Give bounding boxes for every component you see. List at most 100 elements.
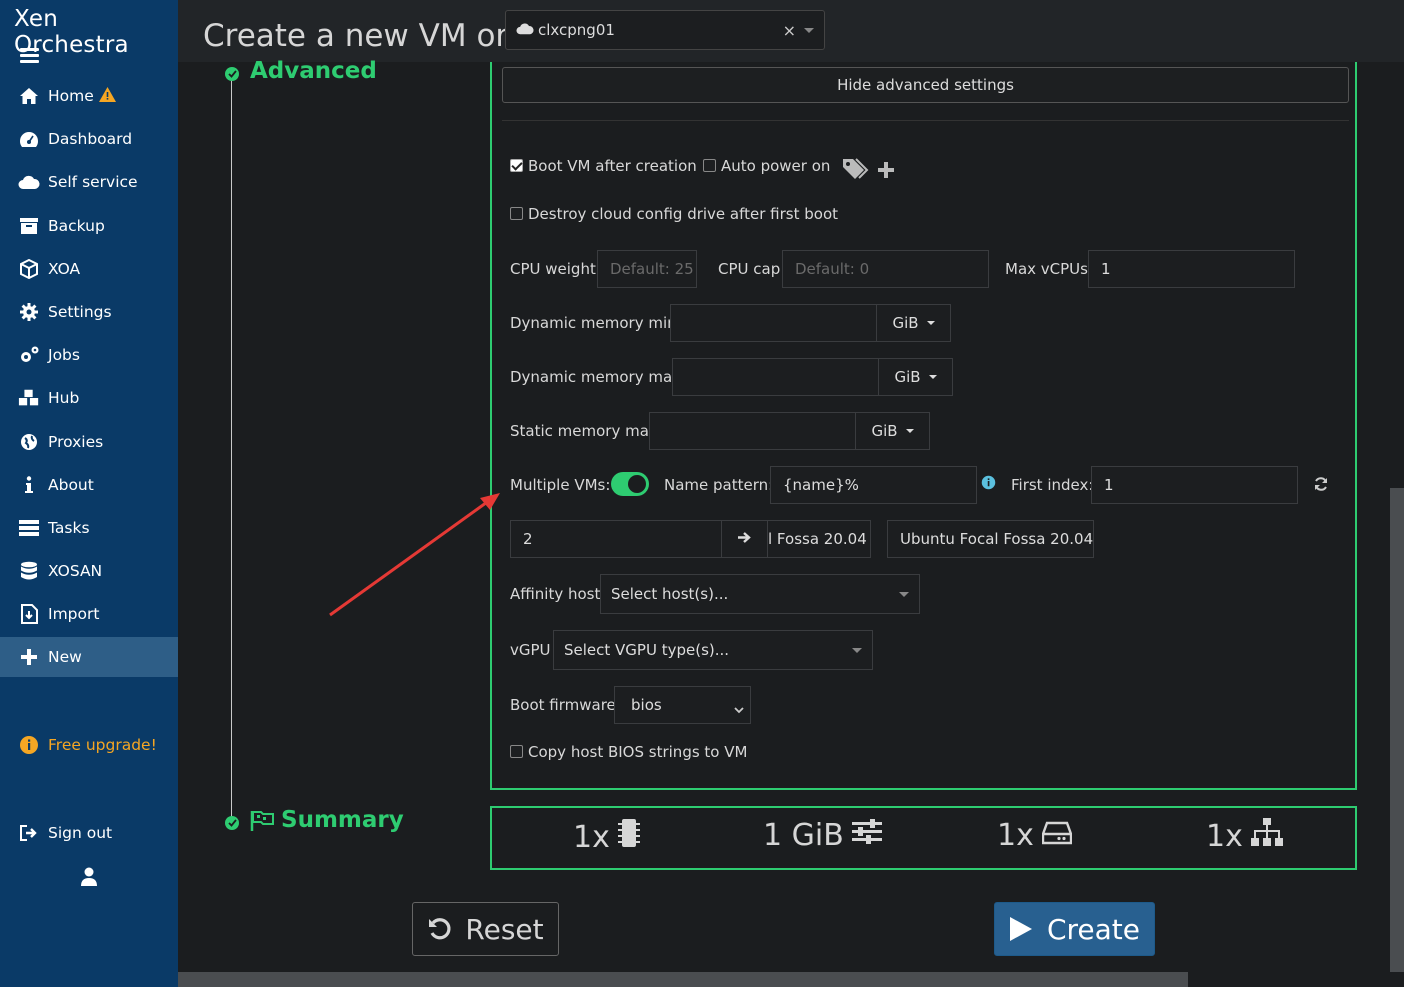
sidebar-item-label: Tasks — [48, 519, 90, 537]
home-icon — [18, 86, 40, 106]
boot-firmware-label: Boot firmware — [510, 696, 616, 714]
pool-select[interactable]: clxcpng01 × — [505, 10, 825, 50]
max-vcpus-input[interactable]: 1 — [1088, 250, 1295, 288]
auto-power-on-checkbox[interactable] — [703, 159, 716, 172]
affinity-host-select[interactable]: Select host(s)... — [600, 574, 920, 614]
sidebar-item-dashboard[interactable]: Dashboard — [0, 119, 178, 159]
summary-disks-value: 1x — [997, 818, 1034, 853]
first-index-input[interactable]: 1 — [1091, 466, 1298, 504]
summary-memory: 1 GiB — [763, 818, 882, 853]
step-advanced-title: Advanced — [250, 58, 377, 84]
destroy-cloud-config-label: Destroy cloud config drive after first b… — [528, 205, 839, 223]
add-tag-icon[interactable] — [878, 162, 894, 182]
sidebar-item-xosan[interactable]: XOSAN — [0, 551, 178, 591]
cube-icon — [18, 259, 40, 279]
destroy-cloud-config-checkbox[interactable] — [510, 207, 523, 220]
apply-count-button[interactable] — [721, 520, 768, 558]
file-import-icon — [18, 604, 40, 624]
name-pattern-label: Name pattern: — [664, 476, 774, 494]
dyn-mem-min-unit-select[interactable]: GiB — [876, 304, 951, 342]
check-circle-icon — [225, 816, 239, 830]
copy-bios-checkbox[interactable] — [510, 745, 523, 758]
boot-after-creation-label: Boot VM after creation — [528, 157, 697, 175]
sidebar-item-new[interactable]: New — [0, 637, 178, 677]
hide-advanced-button[interactable]: Hide advanced settings — [502, 67, 1349, 103]
summary-cpus-value: 1x — [573, 819, 610, 855]
sidebar-item-settings[interactable]: Settings — [0, 292, 178, 332]
info-circle-icon — [18, 735, 40, 755]
sidebar-item-xoa[interactable]: XOA — [0, 249, 178, 289]
user-icon[interactable] — [80, 867, 98, 891]
sidebar-item-proxies[interactable]: Proxies — [0, 422, 178, 462]
sidebar-item-hub[interactable]: Hub — [0, 378, 178, 418]
pool-select-value: clxcpng01 — [538, 21, 615, 39]
annotation-arrow — [329, 493, 500, 617]
static-mem-max-unit-select[interactable]: GiB — [855, 412, 930, 450]
summary-cpus: 1x — [573, 818, 640, 856]
database-icon — [18, 561, 40, 581]
microchip-icon — [610, 818, 640, 856]
sign-out-icon — [18, 823, 40, 843]
free-upgrade-link[interactable]: Free upgrade! — [0, 725, 178, 765]
name-pattern-input[interactable]: {name}% — [770, 466, 977, 504]
page-header: Create a new VM on clxcpng01 × — [178, 0, 1404, 62]
sidebar-item-label: Hub — [48, 389, 80, 407]
cubes-icon — [18, 388, 40, 408]
dyn-mem-max-label: Dynamic memory max — [510, 368, 682, 386]
info-icon — [18, 475, 40, 495]
multiple-vms-toggle[interactable] — [611, 472, 649, 496]
dyn-mem-max-input[interactable] — [672, 358, 879, 396]
menu-toggle-icon[interactable] — [20, 48, 39, 63]
reset-label: Reset — [465, 912, 544, 946]
sign-out-link[interactable]: Sign out — [0, 813, 178, 853]
vm-count-input[interactable]: 2 — [510, 520, 722, 558]
reset-button[interactable]: Reset — [412, 902, 559, 956]
dyn-mem-min-input[interactable] — [670, 304, 877, 342]
affinity-host-placeholder: Select host(s)... — [611, 585, 729, 603]
sidebar-item-jobs[interactable]: Jobs — [0, 335, 178, 375]
create-button[interactable]: Create — [994, 902, 1155, 956]
sidebar-item-label: New — [48, 648, 82, 666]
info-circle-icon[interactable] — [981, 475, 996, 494]
sidebar-item-home[interactable]: Home — [0, 76, 178, 116]
boot-after-creation-checkbox[interactable] — [510, 159, 523, 172]
vertical-scrollbar[interactable] — [1390, 488, 1404, 972]
vm-name-input-2[interactable]: Ubuntu Focal Fossa 20.04. — [887, 520, 1094, 558]
sidebar-item-about[interactable]: About — [0, 465, 178, 505]
dyn-mem-max-unit-select[interactable]: GiB — [878, 358, 953, 396]
dashboard-icon — [18, 129, 40, 149]
vm-name-input-1[interactable]: l Fossa 20.04 — [767, 520, 871, 558]
sidebar-item-label: Backup — [48, 217, 105, 235]
free-upgrade-label: Free upgrade! — [48, 736, 157, 754]
copy-bios-label: Copy host BIOS strings to VM — [528, 743, 748, 761]
unit-label: GiB — [894, 368, 921, 386]
tags-icon — [842, 157, 870, 183]
boot-firmware-select[interactable]: bios — [614, 686, 751, 724]
affinity-host-label: Affinity host — [510, 585, 601, 603]
sidebar-item-label: Dashboard — [48, 130, 133, 148]
vgpu-placeholder: Select VGPU type(s)... — [564, 641, 730, 659]
vgpu-select[interactable]: Select VGPU type(s)... — [553, 630, 873, 670]
globe-icon — [18, 432, 40, 452]
chevron-down-icon[interactable] — [804, 28, 814, 33]
clear-icon[interactable]: × — [783, 21, 796, 40]
sidebar-item-self-service[interactable]: Self service — [0, 162, 178, 202]
refresh-icon[interactable] — [1313, 476, 1329, 496]
cpu-cap-input[interactable]: Default: 0 — [782, 250, 989, 288]
sidebar-item-backup[interactable]: Backup — [0, 206, 178, 246]
create-label: Create — [1046, 912, 1141, 946]
cpu-weight-input[interactable]: Default: 25 — [597, 250, 697, 288]
gear-icon — [18, 302, 40, 322]
sidebar-item-import[interactable]: Import — [0, 594, 178, 634]
warning-icon — [98, 86, 116, 106]
horizontal-scrollbar[interactable] — [178, 972, 1188, 987]
static-mem-max-input[interactable] — [649, 412, 856, 450]
advanced-panel: Hide advanced settings Boot VM after cre… — [490, 62, 1357, 790]
caret-down-icon — [928, 375, 937, 379]
sidebar-item-tasks[interactable]: Tasks — [0, 508, 178, 548]
archive-icon — [18, 216, 40, 236]
step-timeline — [231, 74, 232, 822]
step-summary-title: Summary — [281, 807, 404, 833]
sign-out-label: Sign out — [48, 824, 113, 842]
cloud-icon — [18, 172, 40, 192]
